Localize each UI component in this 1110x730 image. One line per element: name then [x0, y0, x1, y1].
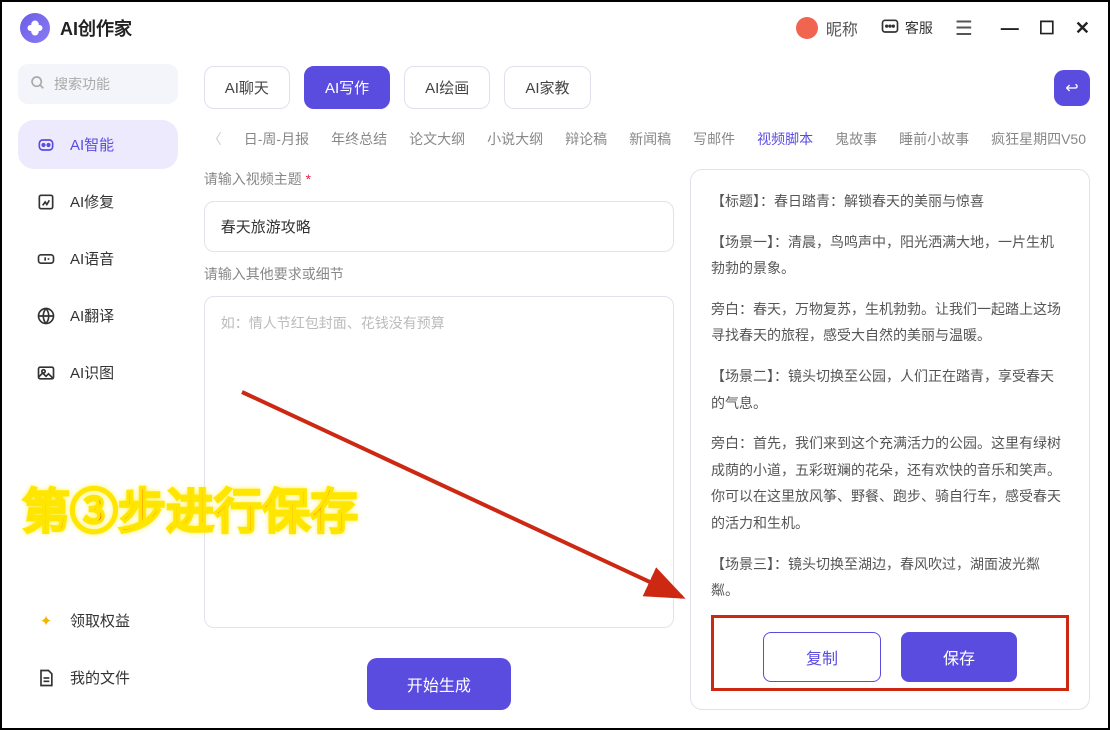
copy-button[interactable]: 复制 — [763, 632, 881, 682]
subtab-bedtime[interactable]: 睡前小故事 — [899, 129, 969, 149]
subtab-news[interactable]: 新闻稿 — [629, 129, 671, 149]
output-line: 【场景二】：镜头切换至公园，人们正在踏青，享受春天的气息。 — [711, 363, 1063, 416]
return-icon: ↩ — [1065, 78, 1078, 98]
subtab-debate[interactable]: 辩论稿 — [565, 129, 607, 149]
image-icon — [36, 363, 56, 383]
avatar-icon — [796, 17, 818, 39]
user-badge[interactable]: 昵称 — [796, 16, 858, 40]
input-panel: 请输入视频主题 * 春天旅游攻略 请输入其他要求或细节 如：情人节红包封面、花钱… — [204, 169, 674, 710]
sidebar-item-ai-image[interactable]: AI识图 — [18, 348, 178, 397]
sidebar-item-label: 我的文件 — [70, 667, 130, 688]
sidebar-item-ai-repair[interactable]: AI修复 — [18, 177, 178, 226]
sidebar-item-label: AI智能 — [70, 134, 114, 155]
action-row-highlight: 复制 保存 — [711, 615, 1069, 691]
tab-draw[interactable]: AI绘画 — [404, 66, 490, 109]
subtab-novel[interactable]: 小说大纲 — [487, 129, 543, 149]
sidebar-item-ai-smart[interactable]: AI智能 — [18, 120, 178, 169]
customer-service-label: 客服 — [905, 18, 933, 38]
output-line: 【标题】：春日踏青：解锁春天的美丽与惊喜 — [711, 188, 1063, 215]
search-input[interactable]: 搜索功能 — [18, 64, 178, 104]
app-logo — [20, 13, 50, 43]
output-line: 【场景三】：镜头切换至湖边，春风吹过，湖面波光粼粼。 — [711, 551, 1063, 604]
sidebar-item-ai-voice[interactable]: AI语音 — [18, 234, 178, 283]
brain-icon — [36, 135, 56, 155]
subtab-video-script[interactable]: 视频脚本 — [757, 129, 813, 149]
app-title: AI创作家 — [60, 15, 132, 41]
sidebar-item-ai-translate[interactable]: AI翻译 — [18, 291, 178, 340]
subtab-thursday[interactable]: 疯狂星期四V50 — [991, 129, 1086, 149]
output-text[interactable]: 【标题】：春日踏青：解锁春天的美丽与惊喜 【场景一】：清晨，鸟鸣声中，阳光洒满大… — [711, 188, 1069, 605]
translate-icon — [36, 306, 56, 326]
subtab-ghost[interactable]: 鬼故事 — [835, 129, 877, 149]
tab-write[interactable]: AI写作 — [304, 66, 390, 109]
subtab-report[interactable]: 日-周-月报 — [244, 129, 309, 149]
main-tabs: AI聊天 AI写作 AI绘画 AI家教 ↩ — [204, 66, 1090, 109]
generate-button[interactable]: 开始生成 — [367, 658, 511, 710]
sidebar-item-label: 领取权益 — [70, 610, 130, 631]
search-placeholder: 搜索功能 — [54, 74, 110, 94]
titlebar: AI创作家 昵称 客服 ☰ — ☐ ✕ — [2, 2, 1108, 54]
writing-categories: 〈 日-周-月报 年终总结 论文大纲 小说大纲 辩论稿 新闻稿 写邮件 视频脚本… — [204, 121, 1090, 157]
subtab-email[interactable]: 写邮件 — [693, 129, 735, 149]
sidebar-item-files[interactable]: 我的文件 — [18, 653, 188, 702]
chat-icon — [880, 17, 900, 40]
sidebar-item-label: AI语音 — [70, 248, 114, 269]
sidebar-item-benefits[interactable]: ✦ 领取权益 — [18, 596, 188, 645]
save-button[interactable]: 保存 — [901, 632, 1017, 682]
sidebar-item-label: AI翻译 — [70, 305, 114, 326]
subtab-annual[interactable]: 年终总结 — [331, 129, 387, 149]
search-icon — [30, 75, 46, 94]
chevron-left-icon[interactable]: 〈 — [208, 129, 222, 149]
user-nickname: 昵称 — [826, 16, 858, 40]
output-line: 【场景一】：清晨，鸟鸣声中，阳光洒满大地，一片生机勃勃的景象。 — [711, 229, 1063, 282]
sidebar: 搜索功能 AI智能 AI修复 AI语音 AI翻译 AI识图 ✦ 领取权益 — [2, 54, 194, 728]
sidebar-item-label: AI识图 — [70, 362, 114, 383]
customer-service-button[interactable]: 客服 — [872, 13, 941, 44]
required-mark: * — [306, 171, 311, 187]
menu-icon[interactable]: ☰ — [955, 16, 973, 41]
topic-input[interactable]: 春天旅游攻略 — [204, 201, 674, 252]
tab-tutor[interactable]: AI家教 — [504, 66, 590, 109]
window-maximize[interactable]: ☐ — [1039, 18, 1055, 39]
window-minimize[interactable]: — — [1001, 18, 1019, 39]
detail-label: 请输入其他要求或细节 — [204, 264, 674, 284]
tab-chat[interactable]: AI聊天 — [204, 66, 290, 109]
sidebar-item-label: AI修复 — [70, 191, 114, 212]
output-panel: 【标题】：春日踏青：解锁春天的美丽与惊喜 【场景一】：清晨，鸟鸣声中，阳光洒满大… — [690, 169, 1090, 710]
topic-label: 请输入视频主题 * — [204, 169, 674, 189]
file-icon — [36, 668, 56, 688]
content-area: AI聊天 AI写作 AI绘画 AI家教 ↩ 〈 日-周-月报 年终总结 论文大纲… — [194, 54, 1108, 728]
output-line: 旁白：春天，万物复苏，生机勃勃。让我们一起踏上这场寻找春天的旅程，感受大自然的美… — [711, 296, 1063, 349]
detail-textarea[interactable]: 如：情人节红包封面、花钱没有预算 — [204, 296, 674, 628]
window-close[interactable]: ✕ — [1075, 18, 1090, 39]
voice-icon — [36, 249, 56, 269]
subtab-thesis[interactable]: 论文大纲 — [409, 129, 465, 149]
back-button[interactable]: ↩ — [1054, 70, 1090, 106]
output-line: 旁白：首先，我们来到这个充满活力的公园。这里有绿树成荫的小道，五彩斑斓的花朵，还… — [711, 430, 1063, 536]
repair-icon — [36, 192, 56, 212]
gift-icon: ✦ — [36, 611, 56, 631]
